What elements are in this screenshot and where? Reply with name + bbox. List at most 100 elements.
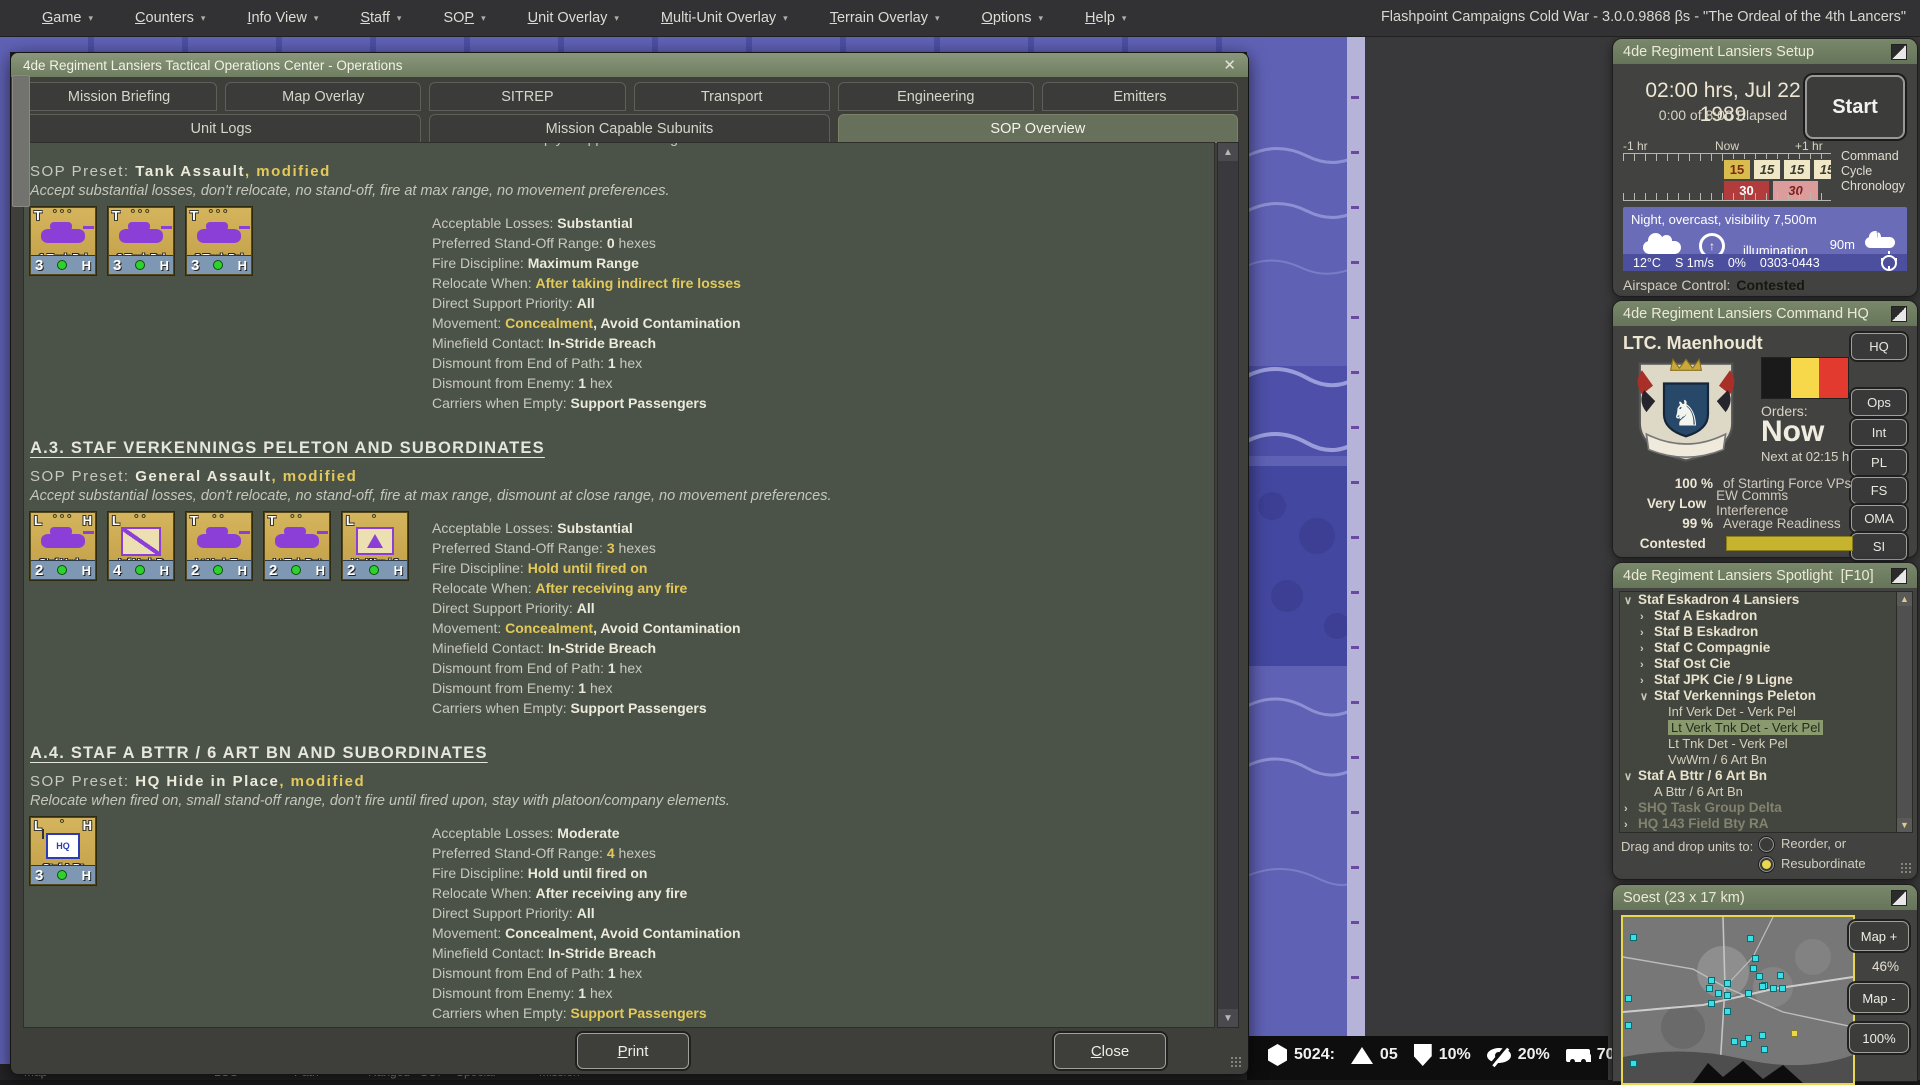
unit-tree-item[interactable]: ›Staf B Eskadron xyxy=(1620,624,1912,640)
hq-side-button[interactable]: Ops xyxy=(1851,389,1907,416)
resize-grip[interactable] xyxy=(1230,1056,1242,1068)
hq-side-button[interactable]: HQ xyxy=(1851,333,1907,360)
weather-summary: Night, overcast, visibility 7,500m xyxy=(1623,207,1907,227)
unit-marker xyxy=(1777,972,1784,979)
preset-name: HQ Hide in Place xyxy=(135,773,279,790)
hex-status-bar: 5024: 05 10% 20% 70% xyxy=(1268,1044,1629,1066)
collapse-icon[interactable] xyxy=(1891,44,1907,60)
collapse-icon[interactable] xyxy=(1891,890,1907,906)
menu-item[interactable]: Counters▾ xyxy=(135,10,205,26)
menu-item[interactable]: Staff▾ xyxy=(360,10,401,26)
tree-arrow-icon[interactable]: › xyxy=(1624,801,1638,817)
tab-row-1: Mission Briefing Map Overlay SITREP Tran… xyxy=(21,82,1238,111)
unit-symbol xyxy=(41,229,85,243)
unit-tree-item[interactable]: VwWrn / 6 Art Bn xyxy=(1620,752,1912,768)
sop-section: SOP Preset: Tank Assault, modified Accep… xyxy=(24,163,1214,413)
game-map[interactable] xyxy=(1247,36,1365,1036)
unit-marker xyxy=(1625,995,1632,1002)
minimap[interactable] xyxy=(1621,915,1855,1085)
tree-arrow-icon[interactable]: › xyxy=(1640,625,1654,641)
start-button[interactable]: Start xyxy=(1805,75,1905,139)
scroll-down-arrow[interactable]: ▼ xyxy=(1218,1009,1238,1027)
unit-tree-item[interactable]: Lt Tnk Det - Verk Pel xyxy=(1620,736,1912,752)
tree-arrow-icon[interactable]: › xyxy=(1640,641,1654,657)
unit-tree-item[interactable]: Inf Verk Det - Verk Pel xyxy=(1620,704,1912,720)
tab[interactable]: Transport xyxy=(634,82,830,111)
tab[interactable]: Emitters xyxy=(1042,82,1238,111)
preset-modified: , modified xyxy=(271,468,357,485)
unit-strength: 3 xyxy=(113,257,121,274)
scroll-up-arrow[interactable]: ▲ xyxy=(1897,592,1912,606)
tree-arrow-icon[interactable]: ∨ xyxy=(1640,689,1654,705)
unit-tree-item[interactable]: ›Staf C Compagnie xyxy=(1620,640,1912,656)
tab[interactable]: Engineering xyxy=(838,82,1034,111)
menu-item[interactable]: Help▾ xyxy=(1085,10,1126,26)
menu-item[interactable]: SOP▾ xyxy=(443,10,485,26)
unit-tree-item[interactable]: ›HQ 143 Field Bty RA xyxy=(1620,816,1912,832)
print-button[interactable]: Print xyxy=(577,1033,689,1069)
unit-tree-item[interactable]: ∨Staf Verkennings Peleton xyxy=(1620,688,1912,704)
content-scrollbar[interactable]: ▲ ▼ xyxy=(1217,142,1239,1028)
dawn-icon xyxy=(1881,255,1897,271)
map-zoom-out-button[interactable]: Map - xyxy=(1849,983,1909,1013)
tab[interactable]: SITREP xyxy=(429,82,625,111)
unit-tree-item[interactable]: A Bttr / 6 Art Bn xyxy=(1620,784,1912,800)
menu-item[interactable]: Terrain Overlay▾ xyxy=(830,10,940,26)
illumination-value: 0% xyxy=(1728,256,1746,270)
temperature: 12°C xyxy=(1633,256,1661,270)
menu-item[interactable]: Multi-Unit Overlay▾ xyxy=(661,10,788,26)
tree-arrow-icon[interactable]: › xyxy=(1640,657,1654,673)
chevron-down-icon: ▾ xyxy=(614,13,619,23)
unit-tree-item[interactable]: ›SHQ Task Group Delta xyxy=(1620,800,1912,816)
tree-arrow-icon[interactable]: › xyxy=(1640,673,1654,689)
menu-item[interactable]: Info View▾ xyxy=(247,10,318,26)
menu-item[interactable]: Game▾ xyxy=(42,10,93,26)
tab[interactable]: Unit Logs xyxy=(21,114,421,143)
sop-property-row: Minefield Contact: In-Stride Breach xyxy=(432,333,1214,353)
unit-marker xyxy=(1791,1030,1798,1037)
scroll-up-arrow[interactable]: ▲ xyxy=(1218,143,1238,161)
menu-item[interactable]: Unit Overlay▾ xyxy=(528,10,619,26)
scrollbar-thumb[interactable] xyxy=(12,75,30,207)
hq-stat-row: Contested xyxy=(1621,533,1853,553)
unit-tree-item[interactable]: ›Staf Ost Cie xyxy=(1620,656,1912,672)
status-value: 05 xyxy=(1380,1046,1398,1064)
sop-property-row: Movement: Concealment, Avoid Contaminati… xyxy=(432,618,1214,638)
hq-side-button[interactable]: PL xyxy=(1851,449,1907,476)
close-icon[interactable]: ✕ xyxy=(1223,56,1236,74)
tree-arrow-icon[interactable]: › xyxy=(1640,609,1654,625)
collapse-icon[interactable] xyxy=(1891,568,1907,584)
unit-tree-item[interactable]: ∨Staf Eskadron 4 Lansiers xyxy=(1620,592,1912,608)
unit-tree-item[interactable]: ∨Staf A Bttr / 6 Art Bn xyxy=(1620,768,1912,784)
dialog-title-bar[interactable]: 4de Regiment Lansiers Tactical Operation… xyxy=(11,53,1248,77)
hq-side-button[interactable]: OMA xyxy=(1851,505,1907,532)
menu-item[interactable]: Options▾ xyxy=(982,10,1044,26)
sop-property-row: Direct Support Priority: All xyxy=(432,293,1214,313)
collapse-icon[interactable] xyxy=(1891,306,1907,322)
tree-arrow-icon[interactable]: ∨ xyxy=(1624,769,1638,785)
resubordinate-radio[interactable] xyxy=(1759,857,1774,872)
tab[interactable]: Mission Capable Subunits xyxy=(429,114,829,143)
tab[interactable]: Mission Briefing xyxy=(21,82,217,111)
tree-arrow-icon[interactable]: › xyxy=(1624,817,1638,833)
unit-tree-item[interactable]: ›Staf JPK Cie / 9 Ligne xyxy=(1620,672,1912,688)
hq-side-button[interactable]: Int xyxy=(1851,419,1907,446)
tab[interactable]: SOP Overview xyxy=(838,114,1238,143)
hq-side-button[interactable]: SI xyxy=(1851,533,1907,560)
hq-side-button[interactable]: FS xyxy=(1851,477,1907,504)
tree-scrollbar[interactable]: ▲ ▼ xyxy=(1896,592,1912,832)
close-button[interactable]: Close xyxy=(1054,1033,1166,1069)
reorder-radio[interactable] xyxy=(1759,837,1774,852)
scroll-down-arrow[interactable]: ▼ xyxy=(1897,818,1912,832)
map-zoom-in-button[interactable]: Map + xyxy=(1849,921,1909,951)
tree-arrow-icon[interactable]: ∨ xyxy=(1624,593,1638,609)
status-value: 10% xyxy=(1439,1046,1471,1064)
unit-tree-item[interactable]: Lt Verk Tnk Det - Verk Pel xyxy=(1620,720,1912,736)
map-zoom-full-button[interactable]: 100% xyxy=(1849,1023,1909,1053)
unit-tree-item[interactable]: ›Staf A Eskadron xyxy=(1620,608,1912,624)
belgium-flag xyxy=(1761,357,1849,399)
status-icon xyxy=(1351,1047,1373,1064)
resize-grip[interactable] xyxy=(1900,862,1912,874)
sop-property-row: Preferred Stand-Off Range: 0 hexes xyxy=(432,233,1214,253)
tab[interactable]: Map Overlay xyxy=(225,82,421,111)
